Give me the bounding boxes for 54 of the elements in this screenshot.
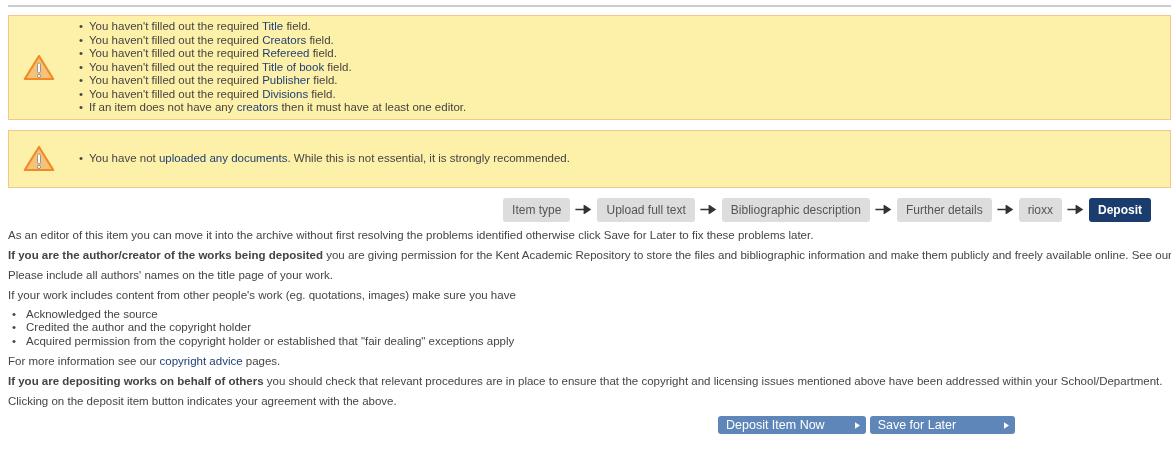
action-button[interactable]: Deposit Item Now	[718, 416, 866, 434]
list-item: Acknowledged the source	[26, 307, 158, 321]
bullet: •	[12, 321, 18, 335]
paragraph: If your work includes content from other people's work (eg. quotations, images) make sure you have	[8, 287, 517, 302]
paragraph: If you are depositing works on behalf of others you should check that relevant procedures are in place to ensure that the copyright and licensing issues mentioned above have been addressed within your School/Department.	[8, 374, 1164, 388]
field-link[interactable]: creators	[236, 101, 279, 113]
warning-icon	[23, 53, 55, 81]
bullet: •	[79, 47, 85, 61]
warning-message: You haven't filled out the required Refereed field.	[89, 47, 337, 61]
field-link[interactable]: Title of book	[261, 60, 325, 73]
workflow-step[interactable]: rioxx	[1018, 197, 1062, 222]
paragraph: If you are the author/creator of the works being deposited you are giving permission for the Kent Academic Repository to store the files and bibliographic information and make them publicly and freely available online. See our	[8, 247, 1171, 262]
list-item: Acquired permission from the copyright holder or established that "fair dealing" exceptions apply	[26, 334, 515, 348]
bullet: •	[79, 33, 85, 47]
warning-message: You haven't filled out the required Divisions field.	[89, 87, 336, 101]
bullet: •	[79, 151, 85, 166]
paragraph: Please include all authors' names on the title page of your work.	[8, 267, 335, 282]
warning-icon	[23, 145, 55, 172]
copyright-link[interactable]: copyright advice	[159, 355, 243, 367]
bullet: •	[79, 87, 85, 101]
paragraph: For more information see our copyright advice pages.	[8, 354, 282, 368]
workflow-step[interactable]: Further details	[896, 197, 992, 222]
arrow-icon	[874, 205, 892, 214]
arrow-icon	[575, 205, 593, 214]
workflow-step[interactable]: Upload full text	[597, 197, 695, 222]
arrow-icon	[1067, 205, 1084, 214]
bullet: •	[79, 74, 85, 88]
field-link[interactable]: Title	[261, 20, 284, 32]
workflow-step[interactable]: Item type	[503, 197, 571, 222]
caret-icon	[1004, 421, 1010, 429]
bullet: •	[79, 20, 85, 34]
paragraph: Clicking on the deposit item button indicates your agreement with the above.	[8, 394, 398, 408]
field-link[interactable]: Publisher	[262, 74, 311, 86]
field-link[interactable]: Divisions	[262, 87, 309, 100]
workflow-step[interactable]: Bibliographic description	[721, 197, 870, 222]
arrow-icon	[996, 205, 1014, 214]
warning-message: You haven't filled out the required Publisher field.	[89, 74, 338, 88]
workflow-step[interactable]: Deposit	[1089, 197, 1151, 222]
bullet: •	[12, 307, 18, 321]
warning-message: You haven't filled out the required Creators field.	[89, 33, 334, 47]
arrow-icon	[699, 205, 717, 214]
bullet: •	[79, 101, 85, 115]
field-link[interactable]: Creators	[262, 33, 307, 46]
list-item: Credited the author and the copyright holder	[26, 321, 252, 335]
warning-message: If an item does not have any creators then it must have at least one editor.	[89, 101, 467, 115]
warning-message: You haven't filled out the required Title of book field.	[89, 60, 352, 74]
field-link[interactable]: Refereed	[262, 47, 310, 59]
bullet: •	[12, 334, 18, 348]
bullet: •	[79, 60, 85, 74]
warning-message: You haven't filled out the required Title field.	[89, 20, 311, 34]
warning-message: You have not uploaded any documents. While this is not essential, it is strongly recommended.	[89, 151, 570, 166]
action-button[interactable]: Save for Later	[869, 416, 1016, 434]
paragraph: As an editor of this item you can move it into the archive without first resolving the problems identified otherwise click Save for Later to fix these problems later.	[8, 227, 815, 242]
caret-icon	[854, 421, 860, 429]
